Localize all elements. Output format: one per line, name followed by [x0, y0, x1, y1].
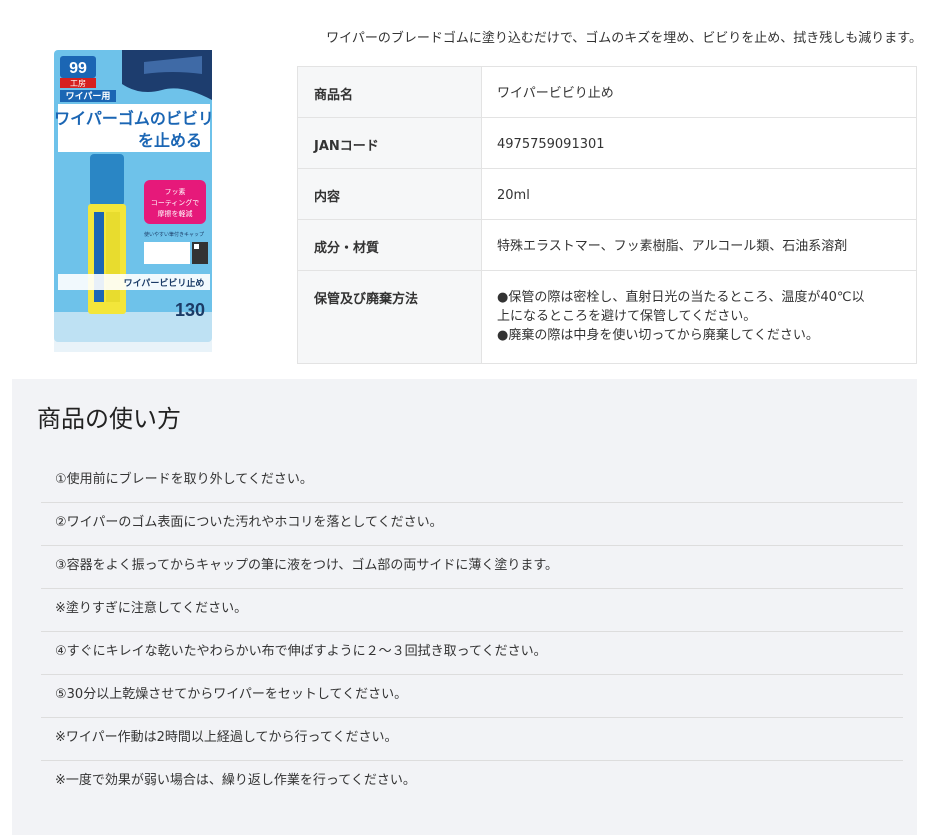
- cap-note: 使いやすい筆付きキャップ: [144, 231, 204, 238]
- table-row: 内容 20ml: [297, 168, 917, 220]
- qr-code-mark: [194, 244, 199, 249]
- product-intro: ワイパーのブレードゴムに塗り込むだけで、ゴムのキズを埋め、ビビりを止め、拭き残し…: [326, 31, 922, 46]
- product-image: 99 工房 ワイパー用 ワイパーゴムのビビリ を止める フッ素 コーティングで …: [52, 44, 216, 356]
- spec-label-contents: 内容: [297, 168, 482, 220]
- info-box: [144, 242, 190, 264]
- table-row: 商品名 ワイパービビり止め: [297, 66, 917, 118]
- list-item: ③容器をよく振ってからキャップの筆に液をつけ、ゴム部の両サイドに薄く塗ります。: [41, 546, 903, 589]
- list-item: ※ワイパー作動は2時間以上経過してから行ってください。: [41, 718, 903, 761]
- spec-value-jan: 4975759091301: [481, 117, 917, 169]
- product-package-illustration: 99 工房 ワイパー用 ワイパーゴムのビビリ を止める フッ素 コーティングで …: [54, 50, 214, 352]
- spec-label-storage: 保管及び廃棄方法: [297, 270, 482, 364]
- spec-value-ingredients: 特殊エラストマー、フッ素樹脂、アルコール類、石油系溶剤: [481, 219, 917, 271]
- spec-table: 商品名 ワイパービビり止め JANコード 4975759091301 内容 20…: [297, 66, 917, 364]
- storage-line: 上になるところを避けて保管してください。: [497, 309, 757, 324]
- list-item: ②ワイパーのゴム表面についた汚れやホコリを落としてください。: [41, 503, 903, 546]
- package-headline-2: を止める: [138, 131, 202, 150]
- table-row: 保管及び廃棄方法 ●保管の際は密栓し、直射日光の当たるところ、温度が40℃以 上…: [297, 270, 917, 364]
- brand-logo-text: 99: [69, 60, 87, 77]
- feature-badge-line-1: フッ素: [165, 187, 186, 196]
- usage-tag: ワイパー用: [66, 90, 111, 102]
- usage-section: 商品の使い方 ①使用前にブレードを取り外してください。 ②ワイパーのゴム表面につ…: [12, 379, 917, 835]
- list-item: ⑤30分以上乾燥させてからワイパーをセットしてください。: [41, 675, 903, 718]
- feature-badge-line-2: コーティングで: [151, 198, 200, 207]
- spec-label-name: 商品名: [297, 66, 482, 118]
- storage-line: ●廃棄の際は中身を使い切ってから廃棄してください。: [497, 328, 819, 343]
- tube-cap: [90, 154, 124, 206]
- spec-value-contents: 20ml: [481, 168, 917, 220]
- package-product-name: ワイパービビリ止め: [124, 277, 205, 289]
- spec-value-storage: ●保管の際は密栓し、直射日光の当たるところ、温度が40℃以 上になるところを避け…: [481, 270, 917, 364]
- spec-label-ingredients: 成分・材質: [297, 219, 482, 271]
- product-number: 130: [175, 300, 205, 320]
- list-item: ①使用前にブレードを取り外してください。: [41, 460, 903, 503]
- list-item: ④すぐにキレイな乾いたやわらかい布で伸ばすように２～３回拭き取ってください。: [41, 632, 903, 675]
- table-row: 成分・材質 特殊エラストマー、フッ素樹脂、アルコール類、石油系溶剤: [297, 219, 917, 271]
- list-item: ※一度で効果が弱い場合は、繰り返し作業を行ってください。: [55, 773, 416, 788]
- list-item: ※塗りすぎに注意してください。: [41, 589, 903, 632]
- storage-line: ●保管の際は密栓し、直射日光の当たるところ、温度が40℃以: [497, 290, 865, 305]
- spec-value-name: ワイパービビり止め: [481, 66, 917, 118]
- usage-steps-list: ①使用前にブレードを取り外してください。 ②ワイパーのゴム表面についた汚れやホコ…: [41, 460, 903, 804]
- usage-title: 商品の使い方: [37, 405, 181, 433]
- brand-logo-sub: 工房: [70, 78, 86, 88]
- feature-badge-line-3: 摩擦を軽減: [158, 209, 193, 218]
- table-row: JANコード 4975759091301: [297, 117, 917, 169]
- package-headline-1: ワイパーゴムのビビリ: [54, 109, 214, 128]
- spec-label-jan: JANコード: [297, 117, 482, 169]
- product-detail-section: 99 工房 ワイパー用 ワイパーゴムのビビリ を止める フッ素 コーティングで …: [0, 0, 930, 375]
